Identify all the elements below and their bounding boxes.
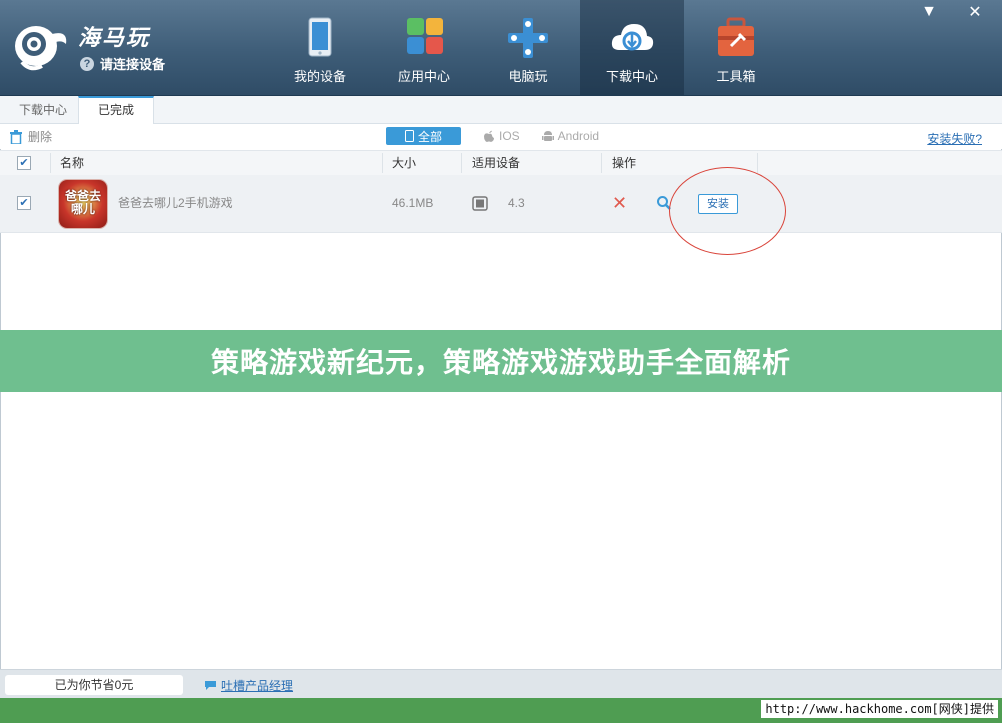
connect-device-link[interactable]: ? 请连接设备 bbox=[80, 54, 165, 73]
nav-label: 应用中心 bbox=[397, 69, 450, 84]
nav-my-device[interactable]: 我的设备 bbox=[268, 0, 372, 95]
android-icon bbox=[541, 130, 554, 141]
platform-filter: 全部 IOS Android bbox=[386, 127, 599, 145]
column-header-name: 名称 bbox=[60, 156, 85, 170]
gamepad-icon bbox=[508, 18, 548, 58]
chat-bubble-icon bbox=[205, 681, 216, 690]
tab-completed[interactable]: 已完成 bbox=[78, 96, 154, 125]
nav-label: 工具箱 bbox=[716, 69, 756, 84]
nav-toolbox[interactable]: 工具箱 bbox=[684, 0, 788, 95]
install-failed-link[interactable]: 安装失败? bbox=[927, 130, 982, 147]
toolbox-icon bbox=[718, 17, 754, 56]
column-divider bbox=[757, 153, 758, 173]
filter-all[interactable]: 全部 bbox=[386, 127, 461, 145]
window-controls: ▼ ✕ bbox=[920, 2, 984, 22]
row-checkbox[interactable]: ✔ bbox=[17, 196, 31, 210]
column-divider bbox=[50, 153, 51, 173]
column-divider bbox=[461, 153, 462, 173]
column-divider bbox=[382, 153, 383, 173]
column-header-device: 适用设备 bbox=[472, 156, 521, 170]
banner-title: 策略游戏新纪元，策略游戏游戏助手全面解析 bbox=[210, 346, 791, 379]
highlight-circle bbox=[669, 167, 786, 255]
column-header-action: 操作 bbox=[612, 156, 637, 170]
select-all-checkbox[interactable]: ✔ bbox=[17, 156, 31, 170]
column-divider bbox=[601, 153, 602, 173]
close-button[interactable]: ✕ bbox=[966, 2, 984, 22]
cloud-download-icon bbox=[611, 24, 654, 51]
status-bar: 已为你节省0元 吐槽产品经理 bbox=[0, 669, 1002, 699]
column-header-size: 大小 bbox=[392, 156, 417, 170]
nav-label: 下载中心 bbox=[605, 69, 658, 84]
download-tabs: 下载中心 已完成 bbox=[0, 96, 1002, 125]
source-watermark: http://www.hackhome.com[网侠]提供 bbox=[761, 700, 998, 718]
delete-label: 删除 bbox=[28, 130, 53, 144]
apple-icon bbox=[484, 130, 494, 142]
delete-button[interactable]: 删除 bbox=[10, 128, 52, 145]
app-header: 海马玩 ? 请连接设备 我的设备 应用中心 电脑玩 下载中心 工具箱 ▼ ✕ bbox=[0, 0, 1002, 96]
connect-device-label: 请连接设备 bbox=[100, 57, 166, 72]
phone-icon bbox=[404, 130, 414, 142]
main-nav: 我的设备 应用中心 电脑玩 下载中心 工具箱 bbox=[268, 0, 788, 95]
tablet-icon bbox=[308, 17, 332, 57]
app-size: 46.1MB bbox=[392, 196, 434, 210]
filter-label: 全部 bbox=[417, 129, 442, 144]
app-title: 海马玩 bbox=[78, 26, 151, 51]
tablet-device-icon bbox=[472, 196, 488, 211]
nav-download-center[interactable]: 下载中心 bbox=[580, 0, 684, 95]
nav-app-center[interactable]: 应用中心 bbox=[372, 0, 476, 95]
table-row: ✔ 爸爸去哪儿 爸爸去哪儿2手机游戏 46.1MB 4.3 ✕ 安装 bbox=[0, 175, 1002, 233]
app-icon: 爸爸去哪儿 bbox=[59, 180, 107, 228]
saved-amount: 已为你节省0元 bbox=[5, 675, 183, 695]
filter-android[interactable]: Android bbox=[538, 127, 599, 145]
nav-pc-play[interactable]: 电脑玩 bbox=[476, 0, 580, 95]
nav-label: 电脑玩 bbox=[508, 69, 548, 84]
article-banner: 策略游戏新纪元，策略游戏游戏助手全面解析 bbox=[0, 330, 1002, 392]
nav-label: 我的设备 bbox=[293, 69, 346, 84]
device-version: 4.3 bbox=[508, 196, 525, 210]
table-header: ✔ 名称 大小 适用设备 操作 bbox=[0, 150, 1002, 176]
delete-icon[interactable]: ✕ bbox=[612, 194, 627, 212]
app-icon-text: 爸爸去哪儿 bbox=[64, 189, 101, 216]
tab-downloading[interactable]: 下载中心 bbox=[6, 98, 80, 123]
app-grid-icon bbox=[407, 18, 443, 54]
filter-ios[interactable]: IOS bbox=[479, 127, 520, 145]
seahorse-logo-icon bbox=[15, 26, 67, 71]
feedback-link[interactable]: 吐槽产品经理 bbox=[204, 677, 293, 694]
trash-icon bbox=[10, 129, 22, 144]
filter-label: Android bbox=[557, 129, 600, 143]
app-name: 爸爸去哪儿2手机游戏 bbox=[118, 196, 233, 210]
minimize-button[interactable]: ▼ bbox=[920, 2, 938, 22]
filter-label: IOS bbox=[499, 129, 520, 143]
help-icon: ? bbox=[80, 56, 94, 71]
feedback-label: 吐槽产品经理 bbox=[221, 679, 294, 693]
list-toolbar: 删除 全部 IOS Android 安装失败? bbox=[0, 124, 1002, 149]
